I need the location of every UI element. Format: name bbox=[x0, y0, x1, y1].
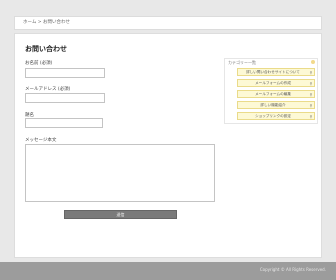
search-icon: ⚲ bbox=[309, 113, 313, 119]
sidebar-decoration-icon bbox=[311, 60, 315, 64]
name-field[interactable] bbox=[25, 68, 105, 78]
search-icon: ⚲ bbox=[309, 102, 313, 108]
page-title: お問い合わせ bbox=[25, 45, 67, 53]
search-icon: ⚲ bbox=[309, 69, 313, 75]
contact-form-panel: お問い合わせ お名前 (必須) メールアドレス (必須) 題名 メッセージ本文 … bbox=[14, 33, 322, 258]
search-icon: ⚲ bbox=[309, 91, 313, 97]
message-textarea[interactable] bbox=[25, 144, 215, 202]
email-field[interactable] bbox=[25, 93, 105, 103]
sidebar-item-label: メールフォームの編集 bbox=[255, 91, 291, 96]
submit-button[interactable]: 送信 bbox=[64, 210, 177, 219]
sidebar-item[interactable]: メールフォームの編集 ⚲ bbox=[237, 90, 315, 98]
message-label: メッセージ本文 bbox=[25, 138, 57, 143]
sidebar-item[interactable]: ショップリンクの設定 ⚲ bbox=[237, 112, 315, 120]
sidebar-item-label: ショップリンクの設定 bbox=[255, 113, 291, 118]
sidebar-item[interactable]: 詳しい機能紹介 ⚲ bbox=[237, 101, 315, 109]
subject-field[interactable] bbox=[25, 118, 103, 128]
breadcrumb-bar: ホーム > お問い合わせ bbox=[14, 16, 322, 30]
sidebar-item-label: 詳しい機能紹介 bbox=[260, 102, 286, 107]
sidebar-item-label: メールフォームの作成 bbox=[255, 80, 291, 85]
sidebar-item-label: 詳しい問い合わせサイトについて bbox=[246, 69, 300, 74]
sidebar-item[interactable]: メールフォームの作成 ⚲ bbox=[237, 79, 315, 87]
search-icon: ⚲ bbox=[309, 80, 313, 86]
email-label: メールアドレス (必須) bbox=[25, 87, 71, 92]
sidebar-item[interactable]: 詳しい問い合わせサイトについて ⚲ bbox=[237, 68, 315, 76]
name-label: お名前 (必須) bbox=[25, 61, 53, 66]
footer: Copyright © All Rights Reserved. bbox=[0, 262, 336, 280]
copyright-text: Copyright © All Rights Reserved. bbox=[259, 267, 326, 272]
breadcrumb[interactable]: ホーム > お問い合わせ bbox=[23, 19, 70, 25]
sidebar-title: カテゴリー一覧 bbox=[228, 60, 256, 65]
category-sidebar: カテゴリー一覧 詳しい問い合わせサイトについて ⚲ メールフォームの作成 ⚲ メ… bbox=[224, 58, 318, 124]
